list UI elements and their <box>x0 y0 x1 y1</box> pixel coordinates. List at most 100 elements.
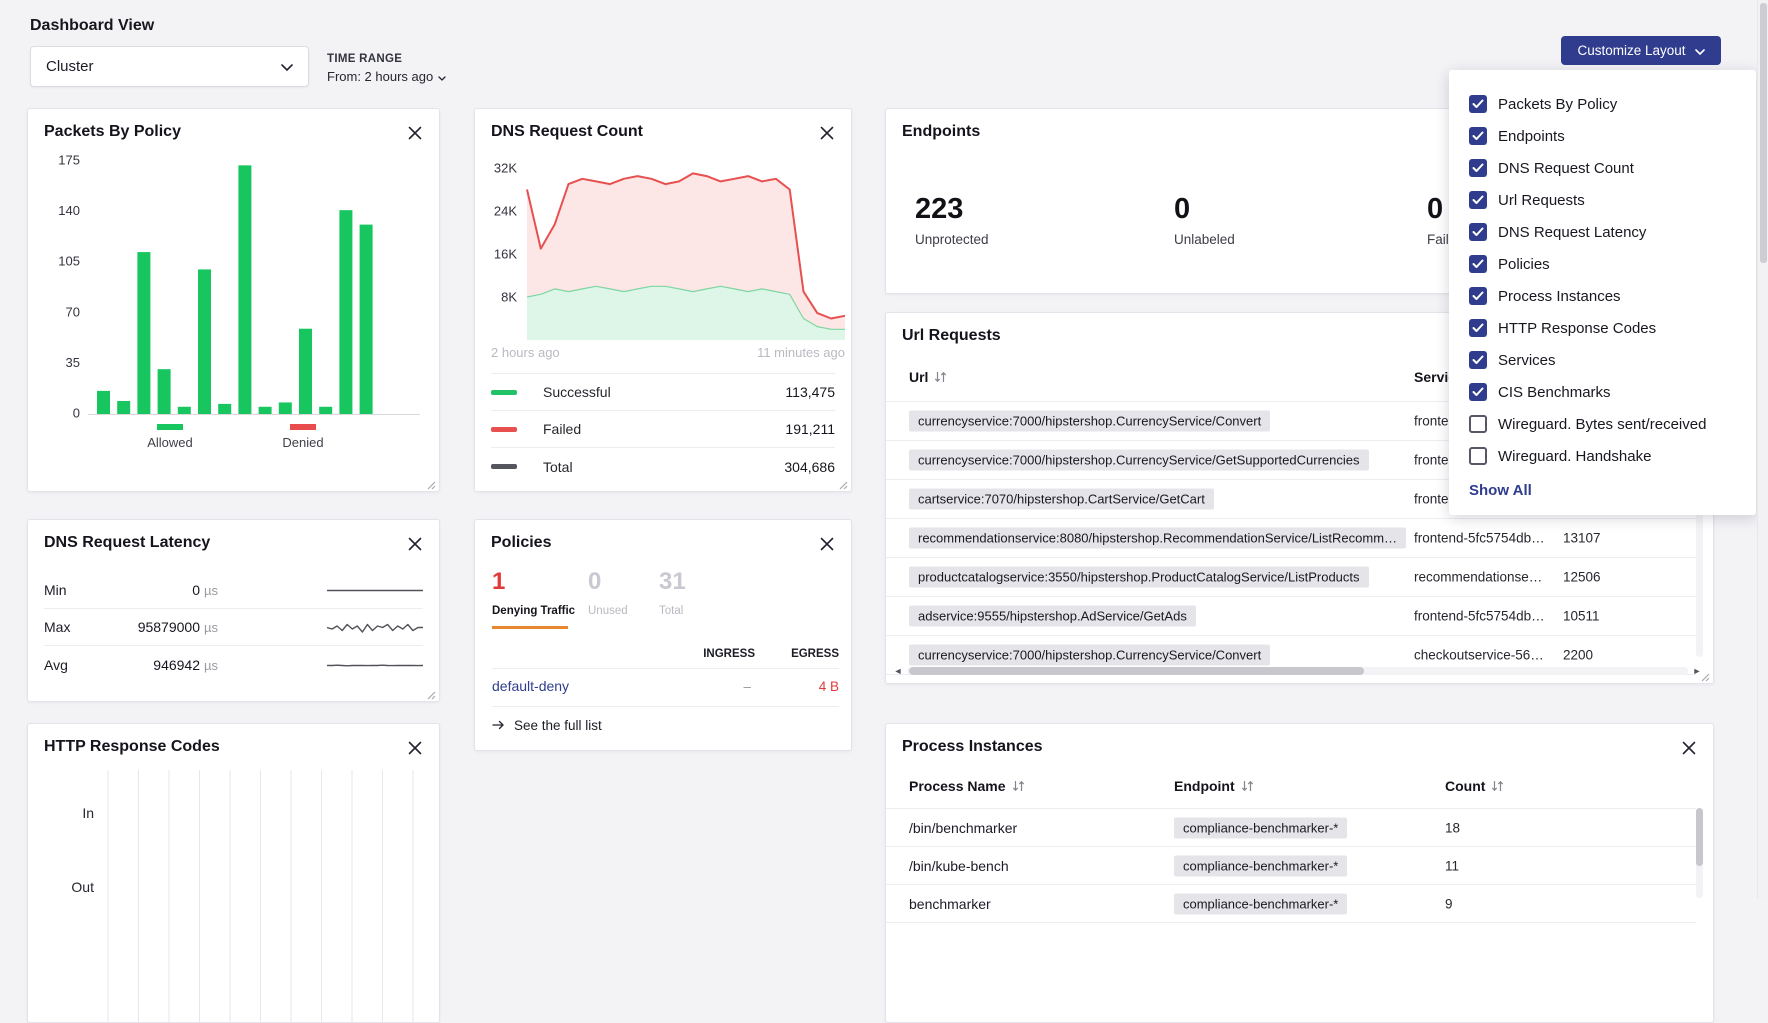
menu-item-label: Services <box>1498 352 1556 369</box>
show-all-link[interactable]: Show All <box>1469 482 1742 499</box>
checkbox-checked-icon[interactable] <box>1469 191 1487 209</box>
endpoint-cell: compliance-benchmarker-* <box>1174 855 1347 876</box>
column-header-process-name[interactable]: Process Name <box>909 778 1025 794</box>
checkbox-checked-icon[interactable] <box>1469 255 1487 273</box>
checkbox-checked-icon[interactable] <box>1469 95 1487 113</box>
policy-egress-value: 4 B <box>819 679 839 694</box>
table-row[interactable]: /bin/benchmarkercompliance-benchmarker-*… <box>886 809 1696 847</box>
latency-unit: µs <box>204 583 218 598</box>
card-policies: Policies 1 Denying Traffic 0 Unused 31 T… <box>474 519 852 751</box>
scrollbar-thumb[interactable] <box>1760 3 1767 263</box>
vertical-scrollbar[interactable] <box>1696 808 1703 898</box>
column-header-egress[interactable]: EGRESS <box>791 648 839 660</box>
svg-text:140: 140 <box>58 203 80 218</box>
stat-total[interactable]: 31 Total <box>659 568 686 617</box>
stat-value: 0 <box>1174 193 1235 226</box>
customize-menu-item-8[interactable]: Services <box>1469 344 1742 376</box>
table-row[interactable]: /bin/kube-bench compliance-benchmarker-* 1… <box>886 847 1696 885</box>
table-row[interactable]: productcatalogservice:3550/hipstershop.P… <box>886 558 1696 597</box>
scrollbar-thumb[interactable] <box>909 667 1364 675</box>
checkbox-checked-icon[interactable] <box>1469 383 1487 401</box>
menu-item-label: Packets By Policy <box>1498 96 1617 113</box>
count-cell: 11 <box>1445 858 1459 873</box>
resize-handle-icon[interactable] <box>425 687 436 698</box>
scroll-left-icon[interactable]: ◄ <box>892 665 904 677</box>
resize-handle-icon[interactable] <box>1699 669 1710 680</box>
page-scrollbar[interactable] <box>1757 0 1768 898</box>
stat-denying-traffic[interactable]: 1 Denying Traffic <box>492 568 575 617</box>
customize-layout-button[interactable]: Customize Layout <box>1561 36 1721 65</box>
column-header-count[interactable]: Count <box>1445 778 1504 794</box>
customize-menu-item-0[interactable]: Packets By Policy <box>1469 88 1742 120</box>
card-process-instances: Process Instances Process Name Endpoint … <box>885 723 1714 1023</box>
column-header-url[interactable]: Url <box>909 369 947 385</box>
checkbox-unchecked-icon[interactable] <box>1469 447 1487 465</box>
column-header-ingress[interactable]: INGRESS <box>703 648 755 660</box>
sort-icon <box>1012 780 1025 792</box>
customize-menu-item-5[interactable]: Policies <box>1469 248 1742 280</box>
table-row[interactable]: benchmarkercompliance-benchmarker-*9 <box>886 885 1696 923</box>
checkbox-checked-icon[interactable] <box>1469 127 1487 145</box>
table-row[interactable]: adservice:9555/hipstershop.AdService/Get… <box>886 597 1696 636</box>
customize-menu-item-4[interactable]: DNS Request Latency <box>1469 216 1742 248</box>
customize-menu-item-7[interactable]: HTTP Response Codes <box>1469 312 1742 344</box>
active-tab-underline <box>492 626 568 629</box>
time-range: TIME RANGE From: 2 hours ago <box>327 53 446 84</box>
latency-value: 946942 <box>153 657 200 673</box>
legend-value: 191,211 <box>785 421 835 437</box>
customize-menu-item-11[interactable]: Wireguard. Handshake <box>1469 440 1742 472</box>
legend-row-failed: Failed 191,211 <box>491 411 835 448</box>
customize-menu-item-6[interactable]: Process Instances <box>1469 280 1742 312</box>
process-table-header: Process Name Endpoint Count <box>909 778 1693 800</box>
stat-unused[interactable]: 0 Unused <box>588 568 628 617</box>
svg-text:175: 175 <box>58 153 80 168</box>
scrollbar-track[interactable] <box>907 667 1688 675</box>
process-name-cell: /bin/kube-bench <box>909 858 1009 874</box>
checkbox-checked-icon[interactable] <box>1469 319 1487 337</box>
checkbox-checked-icon[interactable] <box>1469 287 1487 305</box>
checkbox-checked-icon[interactable] <box>1469 159 1487 177</box>
card-http-response-codes: HTTP Response Codes In Out <box>27 723 440 1023</box>
policies-table-header: INGRESS EGRESS <box>492 648 839 662</box>
svg-text:0: 0 <box>73 406 80 421</box>
scrollbar-thumb[interactable] <box>1696 808 1703 866</box>
customize-menu-item-2[interactable]: DNS Request Count <box>1469 152 1742 184</box>
time-range-from[interactable]: From: 2 hours ago <box>327 69 446 84</box>
checkbox-unchecked-icon[interactable] <box>1469 415 1487 433</box>
count-cell: 13107 <box>1563 531 1601 546</box>
policy-name-link[interactable]: default-deny <box>492 678 569 694</box>
checkbox-checked-icon[interactable] <box>1469 351 1487 369</box>
column-header-endpoint[interactable]: Endpoint <box>1174 778 1254 794</box>
resize-handle-icon[interactable] <box>425 477 436 488</box>
column-label: Endpoint <box>1174 778 1235 794</box>
url-cell: currencyservice:7000/hipstershop.Currenc… <box>909 450 1369 471</box>
table-row[interactable]: recommendationservice:8080/hipstershop.R… <box>886 519 1696 558</box>
count-cell: 9 <box>1445 896 1453 911</box>
close-icon[interactable] <box>819 536 835 552</box>
time-range-from-value: From: 2 hours ago <box>327 69 433 84</box>
legend-row-total: Total 304,686 <box>491 448 835 485</box>
close-icon[interactable] <box>407 536 423 552</box>
card-dns-request-latency: DNS Request Latency Min 0µs Max 95879000… <box>27 519 440 702</box>
customize-menu-item-9[interactable]: CIS Benchmarks <box>1469 376 1742 408</box>
resize-handle-icon[interactable] <box>837 477 848 488</box>
column-label: Url <box>909 369 928 385</box>
customize-menu-item-1[interactable]: Endpoints <box>1469 120 1742 152</box>
legend-row-successful: Successful 113,475 <box>491 374 835 411</box>
legend-label: Failed <box>543 421 581 437</box>
checkbox-checked-icon[interactable] <box>1469 223 1487 241</box>
stat-value: 0 <box>588 568 628 596</box>
cluster-select[interactable]: Cluster <box>30 46 309 87</box>
chevron-down-icon <box>1695 43 1705 58</box>
card-packets-by-policy: Packets By Policy 17514010570350AllowedD… <box>27 108 440 492</box>
customize-menu-item-3[interactable]: Url Requests <box>1469 184 1742 216</box>
latency-value: 0 <box>192 582 200 598</box>
stat-value: 223 <box>915 193 989 226</box>
customize-menu-item-10[interactable]: Wireguard. Bytes sent/received <box>1469 408 1742 440</box>
see-full-list-link[interactable]: See the full list <box>492 718 602 733</box>
dns-area-chart: 32K24K16K8K2 hours ago11 minutes ago <box>475 109 853 369</box>
menu-item-label: CIS Benchmarks <box>1498 384 1611 401</box>
latency-label: Min <box>44 582 106 598</box>
close-icon[interactable] <box>1681 740 1697 756</box>
horizontal-scrollbar[interactable]: ◄ ► <box>892 665 1703 677</box>
